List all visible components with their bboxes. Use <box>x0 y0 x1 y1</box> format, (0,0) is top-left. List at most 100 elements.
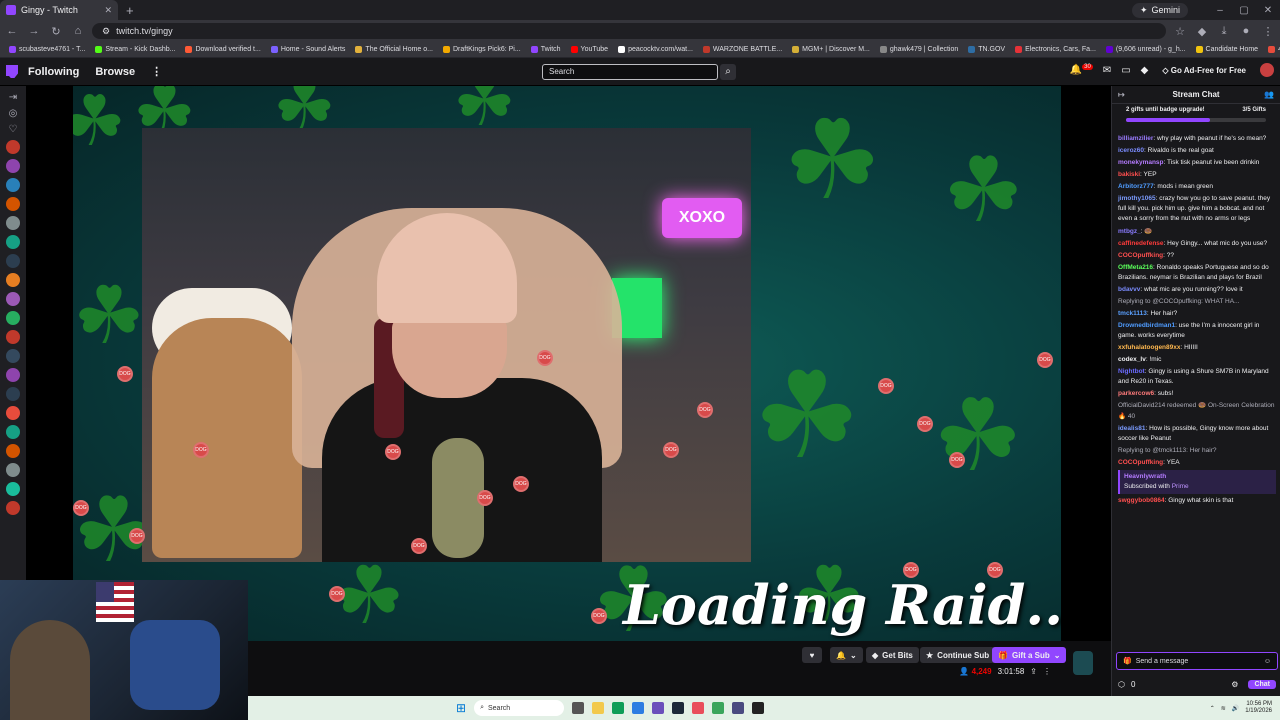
followed-channel-avatar[interactable] <box>6 216 20 230</box>
gift-progress-banner[interactable]: 2 gifts until badge upgrade! 3/5 Gifts <box>1112 104 1280 134</box>
volume-icon[interactable]: 🔊 <box>1232 705 1239 712</box>
followed-channel-avatar[interactable] <box>6 387 20 401</box>
followed-channel-avatar[interactable] <box>6 311 20 325</box>
followed-channel-avatar[interactable] <box>6 292 20 306</box>
twitch-logo-icon[interactable] <box>6 65 18 78</box>
followed-channel-avatar[interactable] <box>6 463 20 477</box>
chat-username[interactable]: OffMeta216 <box>1118 264 1153 271</box>
nav-following[interactable]: Following <box>28 66 79 78</box>
chat-message[interactable]: Nightbot: Gingy is using a Shure SM7B in… <box>1118 367 1276 387</box>
heart-icon[interactable]: ♡ <box>9 124 18 135</box>
chat-message[interactable]: parkercow6: subs! <box>1118 389 1276 399</box>
edge-icon[interactable] <box>632 702 645 714</box>
chat-message[interactable]: jimothy1065: crazy how you go to save pe… <box>1118 194 1276 224</box>
followed-channel-avatar[interactable] <box>6 273 20 287</box>
chat-message[interactable]: monekymansp: Tisk tisk peanut ive been d… <box>1118 158 1276 168</box>
channel-points-icon[interactable]: ⬡ <box>1118 680 1125 689</box>
followed-channel-avatar[interactable] <box>6 178 20 192</box>
chat-message[interactable]: Drownedbirdman1: use the I'm a innocent … <box>1118 321 1276 341</box>
crown-icon[interactable]: ◆ <box>1141 65 1149 76</box>
profile-icon[interactable]: ● <box>1238 25 1254 37</box>
bookmark-item[interactable]: DraftKings Pick6: Pi... <box>438 46 526 53</box>
bookmark-item[interactable]: peacocktv.com/wat... <box>613 46 698 53</box>
chat-username[interactable]: iceroz60 <box>1118 147 1144 154</box>
followed-channel-avatar[interactable] <box>6 349 20 363</box>
user-avatar[interactable] <box>1260 63 1274 77</box>
followed-channel-avatar[interactable] <box>6 368 20 382</box>
bookmark-item[interactable]: WARZONE BATTLE... <box>698 46 787 53</box>
browser-tab[interactable]: Gingy - Twitch ✕ <box>0 0 118 20</box>
emote-picker-icon[interactable]: ☺ <box>1264 658 1271 665</box>
chat-username[interactable]: codex_lv <box>1118 356 1146 363</box>
obs-icon[interactable] <box>732 702 745 714</box>
followed-channel-avatar[interactable] <box>6 482 20 496</box>
chat-message[interactable]: xxfuhalatoogen89xx: HIIIII <box>1118 343 1276 353</box>
clock[interactable]: 10:56 PM 1/19/2026 <box>1245 701 1272 715</box>
chat-username[interactable]: tmck1113 <box>1118 310 1147 317</box>
bookmark-star-icon[interactable]: ☆ <box>1172 25 1188 38</box>
steam-icon[interactable] <box>672 702 685 714</box>
chat-message[interactable]: mtbgz_: 🍩 <box>1118 227 1276 237</box>
followed-channel-avatar[interactable] <box>6 254 20 268</box>
chat-username[interactable]: xxfuhalatoogen89xx <box>1118 344 1181 351</box>
menu-icon[interactable]: ⋮ <box>1260 25 1276 38</box>
followed-channel-avatar[interactable] <box>6 197 20 211</box>
chat-message[interactable]: Arbitorz777: mods i mean green <box>1118 182 1276 192</box>
followed-channel-avatar[interactable] <box>6 140 20 154</box>
chat-username[interactable]: billiamzilier <box>1118 135 1153 142</box>
minimize-icon[interactable]: – <box>1208 5 1232 16</box>
bookmark-item[interactable]: scubasteve4761 - T... <box>4 46 90 53</box>
bookmark-item[interactable]: ghawk479 | Collection <box>875 46 963 53</box>
bookmark-item[interactable]: (9,606 unread) - g_h... <box>1101 46 1191 53</box>
chat-message[interactable]: OfficialDavid214 redeemed 🍩 On-Screen Ce… <box>1118 401 1276 421</box>
chat-username[interactable]: Nightbot <box>1118 368 1145 375</box>
recommended-icon[interactable]: ◎ <box>9 108 18 119</box>
bookmark-item[interactable]: Home - Sound Alerts <box>266 46 351 53</box>
site-info-icon[interactable]: ⚙ <box>102 26 110 37</box>
bookmark-item[interactable]: Stream - Kick Dashb... <box>90 46 180 53</box>
chat-username[interactable]: Arbitorz777 <box>1118 183 1154 190</box>
followed-channel-avatar[interactable] <box>6 159 20 173</box>
bookmark-item[interactable]: YouTube <box>566 46 614 53</box>
bookmark-item[interactable]: Candidate Home <box>1191 46 1264 53</box>
followed-channel-avatar[interactable] <box>6 501 20 515</box>
chat-username[interactable]: mtbgz_ <box>1118 228 1141 235</box>
nav-browse[interactable]: Browse <box>95 66 135 78</box>
chat-message[interactable]: billiamzilier: why play with peanut if h… <box>1118 134 1276 144</box>
chat-message[interactable]: idealis81: How its possible, Gingy know … <box>1118 424 1276 444</box>
more-menu-icon[interactable]: ⋮ <box>151 65 162 78</box>
close-window-icon[interactable]: ✕ <box>1256 5 1280 16</box>
app-icon[interactable] <box>712 702 725 714</box>
forward-icon[interactable]: → <box>26 25 42 37</box>
chat-username[interactable]: COCOpuffking <box>1118 252 1163 259</box>
continue-sub-button[interactable]: ★ Continue Sub <box>920 647 996 663</box>
download-icon[interactable]: ⤓ <box>1216 25 1232 38</box>
maximize-icon[interactable]: ▢ <box>1232 5 1256 16</box>
chat-username[interactable]: bdavvv <box>1118 286 1140 293</box>
bookmark-item[interactable]: Download verified t... <box>180 46 265 53</box>
new-tab-button[interactable]: + <box>126 3 134 18</box>
chat-username[interactable]: jimothy1065 <box>1118 195 1156 202</box>
chat-message[interactable]: bdavvv: what mic are you running?? love … <box>1118 285 1276 295</box>
reload-icon[interactable]: ↻ <box>48 25 64 38</box>
notification-toggle-button[interactable]: 🔔 ⌄ <box>830 647 863 663</box>
taskbar-search[interactable]: ⌕ Search <box>474 700 565 716</box>
inbox-icon[interactable]: ✉ <box>1103 65 1111 76</box>
bookmark-item[interactable]: Electronics, Cars, Fa... <box>1010 46 1101 53</box>
chevron-up-icon[interactable]: ⌃ <box>1210 705 1215 712</box>
followed-channel-avatar[interactable] <box>6 330 20 344</box>
chat-username[interactable]: monekymansp <box>1118 159 1164 166</box>
gift-sub-button[interactable]: 🎁 Gift a Sub ⌄ <box>992 647 1067 663</box>
share-icon[interactable]: ⇪ <box>1030 667 1037 676</box>
chat-users-icon[interactable]: 👥 <box>1264 90 1274 99</box>
chat-message[interactable]: COCOpuffking: ?? <box>1118 251 1276 261</box>
chat-message[interactable]: caffinedefense: Hey Gingy... what mic do… <box>1118 239 1276 249</box>
chat-send-button[interactable]: Chat <box>1248 679 1276 689</box>
search-icon[interactable]: ⌕ <box>720 64 736 80</box>
chat-username[interactable]: Drownedbirdman1 <box>1118 322 1175 329</box>
search-input[interactable]: Search <box>542 64 718 80</box>
url-field[interactable]: ⚙ twitch.tv/gingy <box>92 23 1166 39</box>
back-icon[interactable]: ← <box>4 25 20 37</box>
chat-username[interactable]: caffinedefense <box>1118 240 1164 247</box>
get-bits-button[interactable]: ◆ Get Bits <box>866 647 919 663</box>
